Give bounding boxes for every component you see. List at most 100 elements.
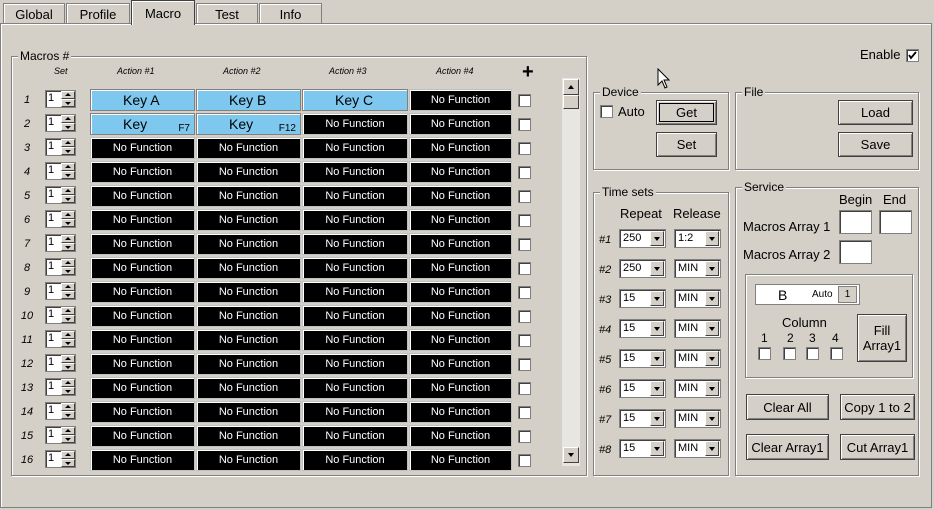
action-cell-no-function[interactable]: No Function	[302, 353, 408, 375]
macro-row-checkbox[interactable]	[518, 430, 531, 443]
chevron-down-icon[interactable]	[705, 381, 719, 396]
macro-row-checkbox[interactable]	[518, 214, 531, 227]
action-cell-no-function[interactable]: No Function	[90, 377, 195, 399]
spin-down-icon[interactable]	[61, 267, 75, 275]
set-spinner[interactable]: 1	[45, 90, 76, 108]
set-spinner[interactable]: 1	[45, 258, 76, 276]
action-cell-no-function[interactable]: No Function	[196, 401, 301, 423]
repeat-select[interactable]: 15	[619, 319, 666, 338]
clear-all-button[interactable]: Clear All	[746, 394, 829, 420]
macro-row-checkbox[interactable]	[518, 334, 531, 347]
action-cell-no-function[interactable]: No Function	[409, 185, 512, 207]
cut-array1-button[interactable]: Cut Array1	[840, 434, 915, 460]
repeat-select[interactable]: 250	[619, 259, 666, 278]
spin-up-icon[interactable]	[61, 403, 75, 411]
action-cell-no-function[interactable]: No Function	[409, 233, 512, 255]
chevron-down-icon[interactable]	[705, 291, 719, 306]
action-cell-no-function[interactable]: No Function	[196, 329, 301, 351]
release-select[interactable]: MIN	[674, 259, 721, 278]
action-cell-no-function[interactable]: No Function	[90, 137, 195, 159]
chevron-down-icon[interactable]	[650, 381, 664, 396]
spin-down-icon[interactable]	[61, 243, 75, 251]
action-cell-no-function[interactable]: No Function	[90, 209, 195, 231]
spin-up-icon[interactable]	[61, 139, 75, 147]
action-cell-no-function[interactable]: No Function	[409, 137, 512, 159]
set-spinner[interactable]: 1	[45, 282, 76, 300]
action-cell-no-function[interactable]: No Function	[302, 281, 408, 303]
action-cell-no-function[interactable]: No Function	[196, 209, 301, 231]
action-cell-no-function[interactable]: No Function	[302, 257, 408, 279]
column-4-checkbox[interactable]	[830, 347, 843, 360]
tab-macro[interactable]: Macro	[131, 0, 195, 25]
repeat-select[interactable]: 15	[619, 349, 666, 368]
spin-down-icon[interactable]	[61, 291, 75, 299]
action-cell-no-function[interactable]: No Function	[196, 185, 301, 207]
action-cell-no-function[interactable]: No Function	[302, 209, 408, 231]
set-spinner[interactable]: 1	[45, 402, 76, 420]
action-cell-no-function[interactable]: No Function	[409, 305, 512, 327]
spin-down-icon[interactable]	[61, 387, 75, 395]
array1-begin-input[interactable]	[839, 210, 872, 234]
macro-row-checkbox[interactable]	[518, 454, 531, 467]
action-cell-no-function[interactable]: No Function	[302, 401, 408, 423]
scroll-down-button[interactable]	[563, 447, 579, 463]
action-cell-no-function[interactable]: No Function	[196, 137, 301, 159]
release-select[interactable]: MIN	[674, 409, 721, 428]
spin-up-icon[interactable]	[61, 283, 75, 291]
spin-up-icon[interactable]	[61, 427, 75, 435]
get-button[interactable]: Get	[656, 100, 717, 125]
spin-up-icon[interactable]	[61, 355, 75, 363]
action-cell-no-function[interactable]: No Function	[90, 257, 195, 279]
action-cell-no-function[interactable]: No Function	[409, 209, 512, 231]
macro-row-checkbox[interactable]	[518, 382, 531, 395]
action-cell-no-function[interactable]: No Function	[302, 161, 408, 183]
action-cell-no-function[interactable]: No Function	[90, 353, 195, 375]
spin-up-icon[interactable]	[61, 187, 75, 195]
spin-up-icon[interactable]	[61, 91, 75, 99]
spin-up-icon[interactable]	[61, 379, 75, 387]
spin-up-icon[interactable]	[61, 307, 75, 315]
set-spinner[interactable]: 1	[45, 450, 76, 468]
macro-row-checkbox[interactable]	[518, 190, 531, 203]
set-spinner[interactable]: 1	[45, 234, 76, 252]
set-spinner[interactable]: 1	[45, 210, 76, 228]
array1-end-input[interactable]	[879, 210, 912, 234]
release-select[interactable]: MIN	[674, 439, 721, 458]
macro-row-checkbox[interactable]	[518, 166, 531, 179]
scroll-thumb[interactable]	[563, 95, 579, 109]
macro-row-checkbox[interactable]	[518, 142, 531, 155]
spin-down-icon[interactable]	[61, 219, 75, 227]
action-cell-no-function[interactable]: No Function	[196, 233, 301, 255]
action-cell-no-function[interactable]: No Function	[90, 401, 195, 423]
action-cell-key[interactable]: Key A	[90, 89, 195, 111]
macro-row-checkbox[interactable]	[518, 406, 531, 419]
action-cell-no-function[interactable]: No Function	[90, 185, 195, 207]
chevron-down-icon[interactable]	[705, 441, 719, 456]
chevron-down-icon[interactable]	[705, 351, 719, 366]
action-cell-no-function[interactable]: No Function	[409, 329, 512, 351]
action-cell-no-function[interactable]: No Function	[302, 329, 408, 351]
tab-global[interactable]: Global	[3, 3, 65, 24]
chevron-down-icon[interactable]	[650, 231, 664, 246]
action-cell-no-function[interactable]: No Function	[90, 425, 195, 447]
spin-up-icon[interactable]	[61, 211, 75, 219]
macro-row-checkbox[interactable]	[518, 358, 531, 371]
spin-up-icon[interactable]	[61, 451, 75, 459]
action-cell-no-function[interactable]: No Function	[90, 305, 195, 327]
macro-row-checkbox[interactable]	[518, 94, 531, 107]
tab-test[interactable]: Test	[196, 3, 258, 24]
set-spinner[interactable]: 1	[45, 330, 76, 348]
action-cell-no-function[interactable]: No Function	[409, 257, 512, 279]
spin-down-icon[interactable]	[61, 459, 75, 467]
action-cell-no-function[interactable]: No Function	[90, 161, 195, 183]
action-cell-no-function[interactable]: No Function	[90, 233, 195, 255]
action-cell-no-function[interactable]: No Function	[196, 449, 301, 471]
action-cell-no-function[interactable]: No Function	[196, 353, 301, 375]
action-cell-no-function[interactable]: No Function	[90, 449, 195, 471]
chevron-down-icon[interactable]	[705, 411, 719, 426]
set-spinner[interactable]: 1	[45, 138, 76, 156]
set-spinner[interactable]: 1	[45, 426, 76, 444]
action-cell-no-function[interactable]: No Function	[302, 113, 408, 135]
action-cell-no-function[interactable]: No Function	[90, 329, 195, 351]
action-cell-no-function[interactable]: No Function	[409, 425, 512, 447]
